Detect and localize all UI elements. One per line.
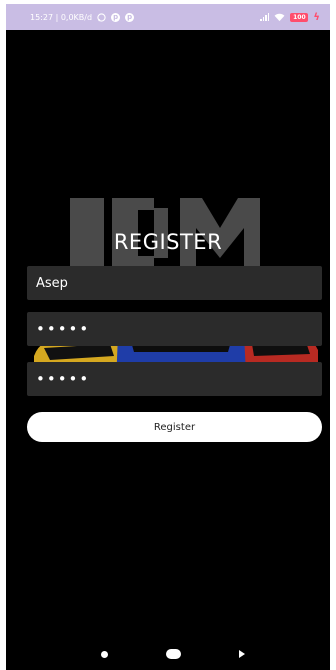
back-nav-icon[interactable] [239,650,245,658]
menu-nav-icon[interactable] [101,651,108,658]
confirm-password-input[interactable] [27,362,322,396]
register-button[interactable]: Register [27,412,322,442]
status-right: 100 ϟ [260,12,320,23]
register-title: REGISTER [113,230,223,254]
status-left: 15:27 | 0,0KB/d p p [30,12,135,22]
app-notification-icon: p [111,12,121,22]
battery-icon: 100 [290,12,309,22]
home-nav-icon[interactable] [166,649,181,659]
phone-screen: 15:27 | 0,0KB/d p p 100 ϟ REGISTER Asep … [0,0,336,670]
password-input[interactable] [27,312,322,346]
app-area: REGISTER Register [6,30,330,670]
status-bar: 15:27 | 0,0KB/d p p 100 ϟ [6,4,330,30]
charging-icon: ϟ [313,11,320,23]
signal-icon [260,13,270,21]
app-notification-icon: p [125,12,135,22]
wifi-icon [274,13,285,21]
navigation-bar [6,644,330,668]
whatsapp-icon [97,12,106,22]
username-input[interactable] [27,266,322,300]
status-time: 15:27 | 0,0KB/d [30,12,93,22]
